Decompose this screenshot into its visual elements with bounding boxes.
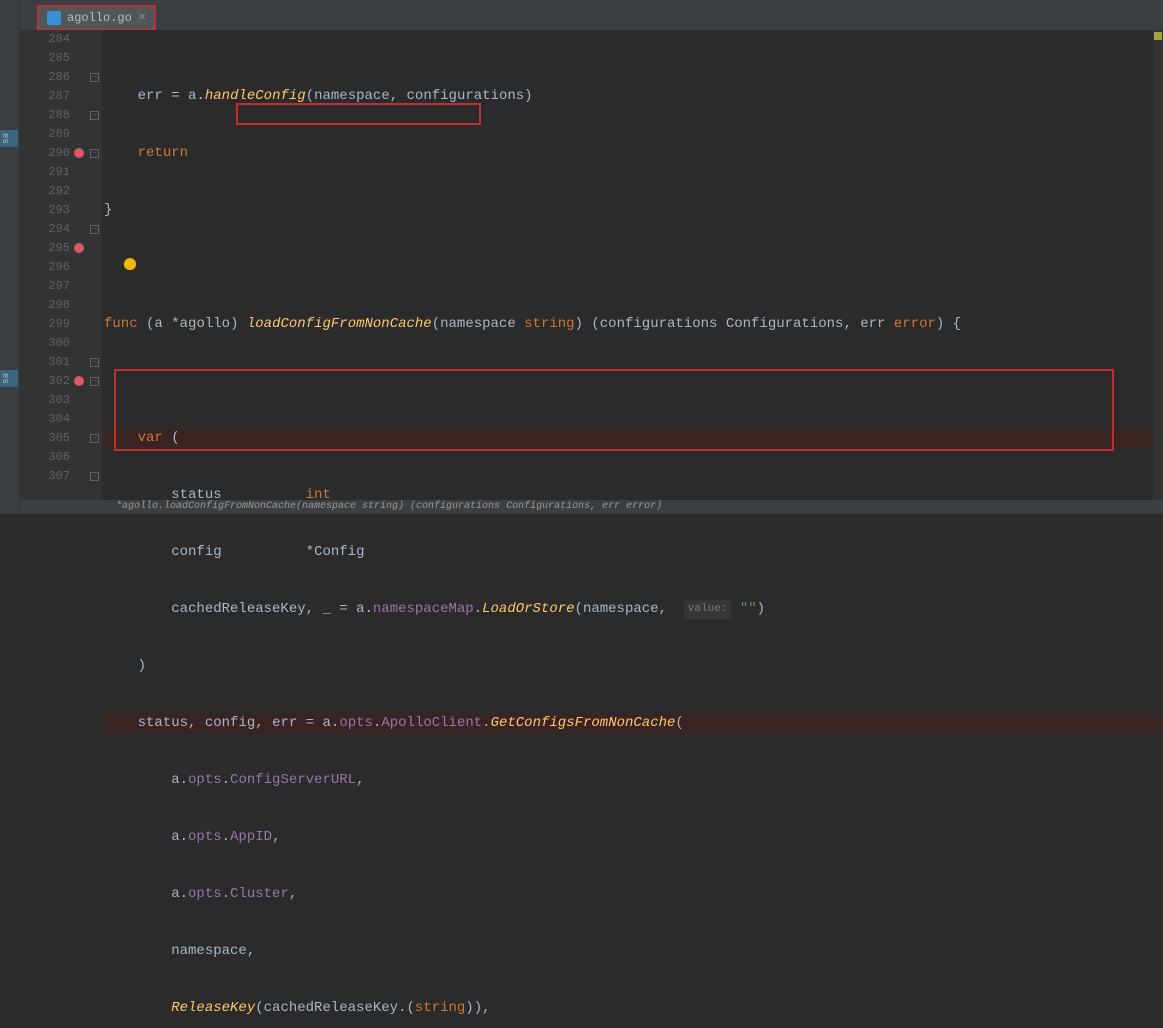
code-area[interactable]: err = a.handleConfig(namespace, configur… — [102, 30, 1163, 500]
line-number[interactable]: 295 — [30, 239, 70, 258]
fold-toggle-icon[interactable]: - — [90, 73, 99, 82]
line-number[interactable]: 306 — [30, 448, 70, 467]
line-number[interactable]: 294 — [30, 220, 70, 239]
line-number[interactable]: 284 — [30, 30, 70, 49]
warning-indicator-icon[interactable] — [1154, 32, 1162, 40]
line-number[interactable]: 290 — [30, 144, 70, 163]
breakpoint-icon[interactable] — [74, 148, 84, 158]
intention-bulb-icon[interactable] — [124, 258, 136, 270]
fold-toggle-icon[interactable]: - — [90, 472, 99, 481]
line-number[interactable]: 296 — [30, 258, 70, 277]
line-number[interactable]: 298 — [30, 296, 70, 315]
fold-toggle-icon[interactable]: - — [90, 377, 99, 386]
line-number[interactable]: 302 — [30, 372, 70, 391]
file-tab-label: agollo.go — [67, 11, 132, 25]
fold-toggle-icon[interactable]: - — [90, 225, 99, 234]
side-tab-a[interactable]: es — [0, 130, 18, 147]
fold-toggle-icon[interactable]: - — [90, 149, 99, 158]
code-editor[interactable]: 2842852862872882892902912922932942952962… — [20, 30, 1163, 500]
breakpoint-icon[interactable] — [74, 243, 84, 253]
breakpoint-icon[interactable] — [74, 376, 84, 386]
line-number-gutter[interactable]: 2842852862872882892902912922932942952962… — [30, 30, 88, 500]
line-number[interactable]: 299 — [30, 315, 70, 334]
line-number[interactable]: 285 — [30, 49, 70, 68]
line-number[interactable]: 304 — [30, 410, 70, 429]
line-number[interactable]: 301 — [30, 353, 70, 372]
line-number[interactable]: 288 — [30, 106, 70, 125]
line-number[interactable]: 292 — [30, 182, 70, 201]
file-tab-agollo[interactable]: agollo.go × — [37, 5, 156, 31]
line-number[interactable]: 287 — [30, 87, 70, 106]
line-number[interactable]: 307 — [30, 467, 70, 486]
line-number[interactable]: 297 — [30, 277, 70, 296]
line-number[interactable]: 286 — [30, 68, 70, 87]
close-icon[interactable]: × — [138, 10, 146, 26]
param-hint: value: — [684, 600, 732, 619]
fold-toggle-icon[interactable]: - — [90, 358, 99, 367]
line-number[interactable]: 303 — [30, 391, 70, 410]
side-tab-b[interactable]: es — [0, 370, 18, 387]
fold-toggle-icon[interactable]: - — [90, 434, 99, 443]
line-number[interactable]: 300 — [30, 334, 70, 353]
editor-tab-bar: agollo.go × — [20, 0, 1163, 30]
tab-spacer — [20, 0, 37, 30]
fold-toggle-icon[interactable]: - — [90, 111, 99, 120]
line-number[interactable]: 305 — [30, 429, 70, 448]
status-bar-breadcrumb: *agollo.loadConfigFromNonCache(namespace… — [20, 500, 1163, 514]
error-stripe[interactable] — [1153, 30, 1163, 500]
fold-column[interactable]: - - - - - - - - — [88, 30, 102, 500]
line-number[interactable]: 291 — [30, 163, 70, 182]
tool-window-strip: es es — [0, 0, 20, 514]
go-file-icon — [47, 11, 61, 25]
line-number[interactable]: 289 — [30, 125, 70, 144]
line-number[interactable]: 293 — [30, 201, 70, 220]
secondary-strip — [20, 30, 30, 500]
highlight-box-func-name — [236, 103, 481, 125]
